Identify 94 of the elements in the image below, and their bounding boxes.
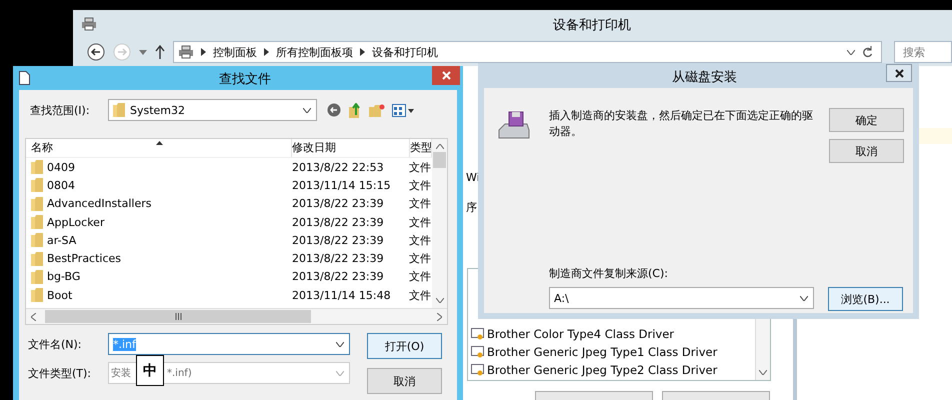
certificate-icon	[471, 327, 485, 341]
breadcrumb-item[interactable]: 所有控制面板项	[276, 44, 353, 60]
file-name-label: 文件名(N):	[28, 336, 83, 352]
date-cell-text: 2013/8/22 23:39	[292, 234, 385, 247]
driver-list-item[interactable]: Brother Generic Jpeg Type1 Class Driver	[468, 343, 755, 361]
document-icon	[19, 71, 30, 85]
type-cell: 文件	[409, 232, 432, 248]
dropdown-caret-icon	[336, 342, 344, 346]
instruction-text: 插入制造商的安装盘，然后确定已在下面选定正确的驱动器。	[549, 108, 814, 140]
open-button[interactable]: 打开(O)	[367, 333, 442, 359]
file-name-cell[interactable]: Boot	[47, 288, 72, 302]
dialog-title: 从磁盘安装	[672, 69, 737, 86]
date-cell-text: 2013/11/14 15:48	[292, 288, 392, 302]
date-cell-text: 2013/11/14 15:15	[292, 178, 392, 192]
driver-list-item[interactable]: Brother Generic Jpeg Type2 Class Driver	[468, 361, 755, 379]
breadcrumb-arrow-icon[interactable]	[264, 48, 269, 56]
browse-button[interactable]: 浏览(B)...	[828, 287, 903, 311]
close-button[interactable]	[886, 64, 912, 82]
dropdown-caret-icon	[303, 108, 311, 112]
file-name-cell[interactable]: ar-SA	[47, 234, 76, 247]
look-in-dropdown[interactable]: System32	[108, 99, 317, 121]
certificate-icon	[471, 363, 485, 377]
dropdown-caret-icon	[800, 296, 808, 300]
scroll-left-icon[interactable]	[31, 312, 36, 320]
up-arrow-icon[interactable]	[155, 45, 165, 59]
file-type-label: 文件类型(T):	[28, 366, 92, 380]
scroll-right-icon[interactable]	[437, 312, 442, 320]
grip-icon	[174, 313, 182, 320]
scroll-up-icon[interactable]	[436, 144, 444, 149]
breadcrumb-arrow-icon[interactable]	[201, 48, 206, 56]
type-cell: 文件	[409, 178, 432, 193]
look-in-label: 查找范围(I):	[30, 102, 91, 118]
close-icon	[442, 71, 450, 80]
date-cell-text: 2013/8/22 23:39	[292, 197, 385, 210]
breadcrumb-item[interactable]: 控制面板	[213, 44, 257, 60]
cancel-button[interactable]: 取消	[367, 368, 442, 394]
driver-list-item[interactable]: Brother Color Type4 Class Driver	[468, 325, 755, 343]
address-bar[interactable]: 控制面板 所有控制面板项 设备和打印机	[173, 41, 882, 63]
folder-icon	[31, 160, 43, 174]
cancel-button[interactable]: 取消	[829, 139, 904, 163]
folder-icon	[31, 215, 43, 230]
sort-arrow-icon	[156, 141, 163, 145]
folder-icon	[31, 178, 43, 192]
source-label: 制造商文件复制来源(C):	[549, 266, 669, 281]
dropdown-caret-icon[interactable]	[139, 50, 147, 54]
folder-icon	[31, 288, 43, 302]
close-icon	[894, 68, 904, 78]
printer-icon	[178, 45, 194, 59]
type-cell: 文件	[409, 160, 432, 175]
file-name-cell[interactable]: AppLocker	[47, 216, 104, 229]
window-title: 设备和打印机	[553, 17, 631, 34]
disk-drive-icon	[497, 110, 531, 140]
date-cell-text: 2013/8/22 23:39	[292, 270, 385, 284]
file-name-cell[interactable]: 0409	[47, 160, 75, 174]
breadcrumb-item[interactable]: 设备和打印机	[372, 44, 438, 60]
type-cell: 文件	[409, 269, 432, 284]
search-field[interactable]: 搜索	[894, 41, 952, 63]
file-name-cell[interactable]: AdvancedInstallers	[47, 197, 152, 210]
folder-icon	[31, 252, 43, 266]
scroll-down-icon[interactable]	[436, 298, 444, 303]
ime-indicator[interactable]: 中	[136, 355, 164, 386]
folder-icon	[113, 103, 125, 117]
type-cell: 文件	[409, 214, 432, 230]
text-fragment: 序	[466, 200, 477, 215]
file-name-cell[interactable]: 0804	[47, 178, 75, 192]
date-cell-text: 2013/8/22 23:39	[292, 252, 385, 266]
view-menu-icon[interactable]	[392, 104, 414, 116]
type-cell: 文件	[409, 251, 432, 266]
date-cell-text: 2013/8/22 23:39	[292, 216, 385, 229]
scrollbar-thumb[interactable]	[45, 310, 311, 323]
vertical-scrollbar[interactable]	[432, 139, 447, 308]
dialog-title: 查找文件	[219, 71, 271, 88]
refresh-icon[interactable]	[862, 46, 873, 58]
scroll-down-icon[interactable]	[759, 370, 767, 375]
printer-icon	[81, 17, 97, 31]
folder-icon	[31, 270, 43, 284]
type-cell: 文件	[409, 196, 432, 212]
type-cell: 文件	[409, 288, 432, 303]
source-path-dropdown[interactable]: A:\	[549, 287, 814, 309]
folder-up-icon[interactable]	[348, 102, 362, 118]
file-name-cell[interactable]: BestPractices	[47, 252, 122, 266]
folder-icon	[31, 233, 43, 248]
file-name-cell[interactable]: bg-BG	[47, 270, 80, 284]
scrollbar-thumb[interactable]	[433, 152, 446, 168]
horizontal-scrollbar[interactable]	[26, 308, 447, 324]
certificate-icon	[471, 345, 485, 359]
folder-icon	[31, 196, 43, 211]
ok-button[interactable]: 确定	[829, 108, 904, 132]
column-header[interactable]: 修改日期	[292, 139, 410, 157]
breadcrumb-arrow-icon[interactable]	[360, 48, 365, 56]
date-cell-text: 2013/8/22 22:53	[292, 160, 385, 174]
new-folder-icon[interactable]	[369, 104, 385, 116]
dropdown-caret-icon[interactable]	[846, 50, 855, 54]
dropdown-caret-icon	[336, 370, 344, 376]
